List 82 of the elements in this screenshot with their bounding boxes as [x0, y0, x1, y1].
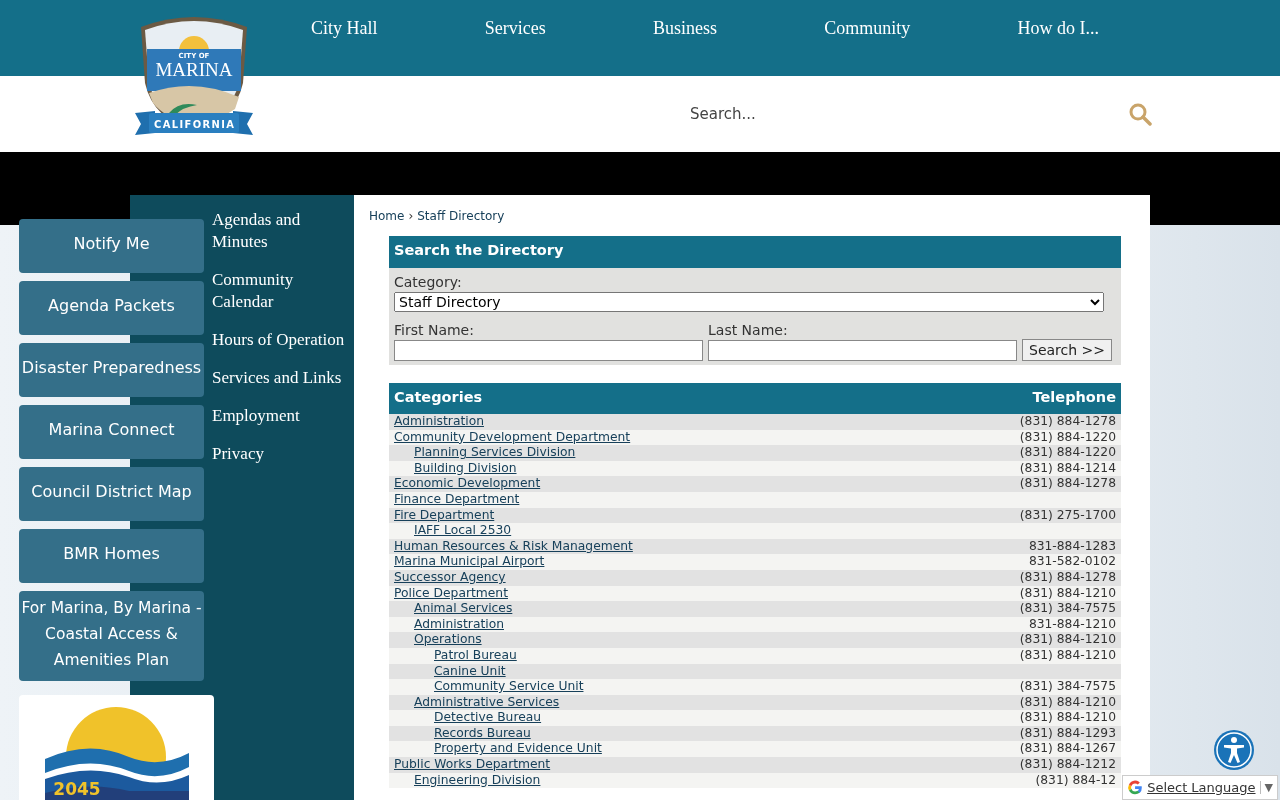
field-label: Category:: [394, 274, 463, 290]
phone-number: (831) 884-1278: [1019, 476, 1116, 492]
phone-number: 831-884-1283: [1028, 538, 1116, 555]
department-link[interactable]: Community Development Department: [394, 429, 631, 446]
phone-number: 831-884-1210: [1028, 616, 1116, 633]
phone-number: (831) 384-7575: [1019, 679, 1116, 695]
first-name-field[interactable]: [394, 340, 703, 361]
department-link[interactable]: IAFF Local 2530: [414, 523, 512, 539]
phone-number: (831) 884-1212: [1019, 757, 1116, 773]
google-icon: [1127, 779, 1144, 796]
phone-number: (831) 884-1214: [1019, 460, 1116, 477]
phone-number: (831) 884-1210: [1019, 585, 1116, 602]
phone-number: (831) 884-1278: [1019, 569, 1116, 586]
nav-link[interactable]: Community: [824, 18, 911, 39]
department-link[interactable]: Public Works Department: [394, 757, 551, 773]
select-language-link[interactable]: Select Language: [1147, 780, 1256, 795]
department-link[interactable]: Marina Municipal Airport: [394, 554, 545, 570]
department-link[interactable]: Records Bureau: [434, 725, 531, 742]
phone-number: (831) 384-7575: [1019, 601, 1116, 617]
last-name-field[interactable]: [708, 340, 1017, 361]
phone-number: (831) 884-1210: [1019, 694, 1116, 711]
phone-number: (831) 884-1220: [1019, 445, 1116, 461]
nav-link[interactable]: Services: [484, 18, 546, 39]
department-link[interactable]: Animal Services: [414, 601, 513, 617]
phone-number: (831) 884-1293: [1019, 725, 1116, 742]
quick-link-button[interactable]: Agenda Packets: [19, 281, 204, 335]
department-link[interactable]: Property and Evidence Unit: [434, 741, 602, 758]
breadcrumb-link[interactable]: Staff Directory: [417, 209, 505, 223]
quick-link-button[interactable]: Council District Map: [19, 467, 204, 521]
department-link[interactable]: Administration: [394, 414, 484, 430]
phone-number: (831) 884-1210: [1019, 647, 1116, 664]
nav-link[interactable]: Business: [652, 18, 717, 39]
department-link[interactable]: Operations: [414, 632, 482, 648]
department-link[interactable]: Successor Agency: [394, 569, 506, 586]
phone-number: (831) 884-1220: [1019, 429, 1116, 446]
department-link[interactable]: Patrol Bureau: [434, 647, 517, 664]
department-link[interactable]: Detective Bureau: [434, 710, 542, 726]
breadcrumb-link[interactable]: Home: [369, 209, 405, 223]
quick-link-button[interactable]: Notify Me: [19, 219, 204, 273]
department-link[interactable]: Canine Unit: [434, 663, 506, 680]
sidebar-link[interactable]: Hours of Operation: [212, 329, 348, 351]
field-label: First Name:: [394, 322, 475, 338]
department-link[interactable]: Administration: [414, 616, 504, 633]
phone-number: (831) 884-1210: [1019, 710, 1116, 726]
search-icon[interactable]: [1128, 102, 1152, 126]
field-label: Last Name:: [708, 322, 789, 338]
department-link[interactable]: Economic Development: [394, 476, 541, 492]
department-link[interactable]: Engineering Division: [414, 772, 541, 789]
quick-link-button[interactable]: For Marina, By Marina - Coastal Access & Amenities Plan: [19, 591, 204, 681]
quick-link-button[interactable]: Marina Connect: [19, 405, 204, 459]
department-link[interactable]: Community Service Unit: [434, 679, 584, 695]
phone-number: 831-582-0102: [1028, 554, 1116, 570]
sidebar-link[interactable]: Community Calendar: [212, 269, 348, 313]
sidebar-link[interactable]: Employment: [212, 405, 348, 427]
department-link[interactable]: Fire Department: [394, 507, 495, 524]
search-button[interactable]: Search >>: [1022, 339, 1112, 361]
nav-link[interactable]: How do I...: [1017, 18, 1099, 39]
department-link[interactable]: Finance Department: [394, 491, 520, 508]
breadcrumb-separator: ›: [408, 209, 414, 223]
sidebar-link[interactable]: Services and Links: [212, 367, 348, 389]
department-link[interactable]: Administrative Services: [414, 694, 560, 711]
phone-number: (831) 884-12: [1035, 772, 1116, 789]
nav-link[interactable]: City Hall: [311, 18, 378, 39]
column-header: Telephone: [1032, 389, 1116, 407]
sun-waves-logo[interactable]: 2045: [19, 695, 214, 800]
language-selector[interactable]: Select Language ▼: [1122, 775, 1278, 800]
phone-number: (831) 275-1700: [1019, 507, 1116, 524]
accessibility-icon[interactable]: [1214, 730, 1254, 770]
department-link[interactable]: Police Department: [394, 585, 508, 602]
phone-number: (831) 884-1278: [1019, 414, 1116, 430]
column-header: Categories: [394, 389, 483, 407]
sidebar-link[interactable]: Privacy: [212, 443, 348, 465]
quick-link-button[interactable]: BMR Homes: [19, 529, 204, 583]
category-dropdown[interactable]: Staff Directory: [394, 292, 1104, 312]
quick-link-button[interactable]: Disaster Preparedness: [19, 343, 204, 397]
department-link[interactable]: Planning Services Division: [414, 445, 576, 461]
department-link[interactable]: Human Resources & Risk Management: [394, 538, 633, 555]
department-link[interactable]: Building Division: [414, 460, 517, 477]
sidebar-link[interactable]: Agendas and Minutes: [212, 209, 348, 253]
panel-header: Search the Directory: [389, 236, 1121, 268]
phone-number: (831) 884-1210: [1019, 632, 1116, 648]
phone-number: (831) 884-1267: [1019, 741, 1116, 758]
